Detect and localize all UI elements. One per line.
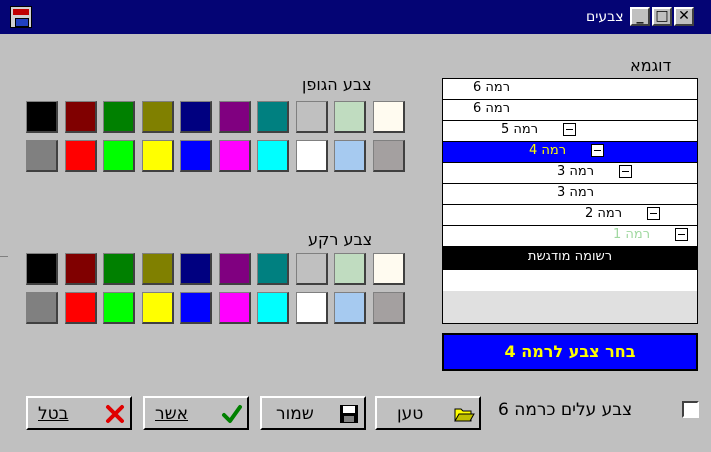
app-icon: [10, 6, 32, 28]
color-swatch[interactable]: [64, 292, 97, 324]
load-button[interactable]: טען: [375, 396, 481, 430]
title-bar[interactable]: _ □ ✕ צבעים: [0, 0, 711, 34]
sample-row: רמה 1: [443, 226, 697, 247]
bg-color-label: צבע רקע: [308, 230, 373, 249]
color-swatch[interactable]: [218, 101, 251, 133]
color-swatch[interactable]: [218, 140, 251, 172]
sample-row-label: רשומה מודגשת: [527, 249, 613, 264]
color-swatch[interactable]: [103, 253, 135, 285]
color-swatch[interactable]: [295, 253, 328, 285]
color-swatch[interactable]: [141, 101, 174, 133]
color-swatch[interactable]: [218, 253, 251, 285]
sample-row: רמה 3: [443, 184, 697, 205]
sample-preview: רמה 6 רמה 6 רמה 5 רמה 4 רמה 3 רמה 3 רמה 2 רמה 1…: [442, 78, 698, 324]
color-swatch[interactable]: [257, 140, 289, 172]
save-button[interactable]: שמור: [260, 396, 366, 430]
collapse-icon: [563, 123, 576, 136]
color-swatch[interactable]: [180, 140, 212, 172]
color-swatch[interactable]: [334, 140, 366, 172]
color-swatch[interactable]: [257, 101, 289, 133]
window-title: צבעים: [586, 9, 624, 25]
open-folder-icon: [454, 408, 475, 422]
sample-row: רמה 5: [443, 121, 697, 142]
confirm-label: אשר: [155, 404, 189, 424]
color-swatch[interactable]: [372, 292, 405, 324]
sample-row-label: רמה 6: [473, 101, 511, 116]
cancel-label: בטל: [38, 404, 69, 424]
save-label: שמור: [276, 404, 314, 424]
color-swatch[interactable]: [295, 140, 328, 172]
color-swatch[interactable]: [103, 292, 135, 324]
color-swatch[interactable]: [180, 253, 212, 285]
sample-row-label: רמה 3: [557, 185, 595, 200]
sample-row: רשומה מודגשת: [443, 247, 697, 270]
color-swatch[interactable]: [26, 140, 58, 172]
color-swatch[interactable]: [180, 292, 212, 324]
color-swatch[interactable]: [257, 292, 289, 324]
color-swatch[interactable]: [218, 292, 251, 324]
color-swatch[interactable]: [180, 101, 212, 133]
leaf-color-checkbox[interactable]: [682, 401, 699, 418]
color-swatch[interactable]: [64, 101, 97, 133]
floppy-disk-icon: [340, 405, 358, 423]
color-swatch[interactable]: [103, 140, 135, 172]
load-label: טען: [397, 404, 424, 424]
collapse-icon: [675, 228, 688, 241]
sample-row-label: רמה 1: [613, 227, 651, 242]
body-color-label: צבע הגופן: [302, 75, 372, 94]
minimize-button[interactable]: _: [630, 7, 650, 26]
sample-row-label: רמה 4: [529, 143, 567, 158]
sample-row-label: רמה 2: [585, 206, 623, 221]
collapse-icon: [619, 165, 632, 178]
color-swatch[interactable]: [141, 140, 174, 172]
sample-row: רמה 4: [443, 142, 697, 163]
leaf-color-label: צבע עלים כרמה 6: [498, 400, 633, 420]
color-swatch[interactable]: [257, 253, 289, 285]
sample-row-label: רמה 5: [501, 122, 539, 137]
sample-label: דוגמא: [630, 56, 672, 75]
collapse-icon: [647, 207, 660, 220]
cancel-button[interactable]: בטל: [26, 396, 132, 430]
sample-row: רמה 2: [443, 205, 697, 226]
color-swatch[interactable]: [103, 101, 135, 133]
left-edge-line: [0, 256, 8, 257]
color-swatch[interactable]: [334, 101, 366, 133]
colors-dialog: _ □ ✕ צבעים צבע הגופן צבע רקע דוגמא רמה …: [0, 0, 711, 452]
color-swatch[interactable]: [372, 140, 405, 172]
color-swatch[interactable]: [295, 101, 328, 133]
color-swatch[interactable]: [334, 292, 366, 324]
color-swatch[interactable]: [26, 101, 58, 133]
sample-row-label: רמה 3: [557, 164, 595, 179]
color-swatch[interactable]: [141, 253, 174, 285]
color-swatch[interactable]: [141, 292, 174, 324]
close-button[interactable]: ✕: [674, 7, 694, 26]
color-swatch[interactable]: [295, 292, 328, 324]
color-swatch[interactable]: [334, 253, 366, 285]
maximize-button[interactable]: □: [652, 7, 672, 26]
color-swatch[interactable]: [372, 101, 405, 133]
color-swatch[interactable]: [26, 292, 58, 324]
sample-empty-area: [443, 291, 697, 323]
color-swatch[interactable]: [64, 253, 97, 285]
color-swatch[interactable]: [372, 253, 405, 285]
pick-level-color-button[interactable]: בחר צבע לרמה 4: [442, 333, 698, 371]
collapse-icon: [591, 144, 604, 157]
color-swatch[interactable]: [26, 253, 58, 285]
color-swatch[interactable]: [64, 140, 97, 172]
x-icon: [106, 405, 124, 423]
sample-row: רמה 6: [443, 79, 697, 100]
sample-row: רמה 3: [443, 163, 697, 184]
confirm-button[interactable]: אשר: [143, 396, 249, 430]
checkmark-icon: [222, 405, 242, 423]
sample-row: רמה 6: [443, 100, 697, 121]
sample-row-label: רמה 6: [473, 80, 511, 95]
